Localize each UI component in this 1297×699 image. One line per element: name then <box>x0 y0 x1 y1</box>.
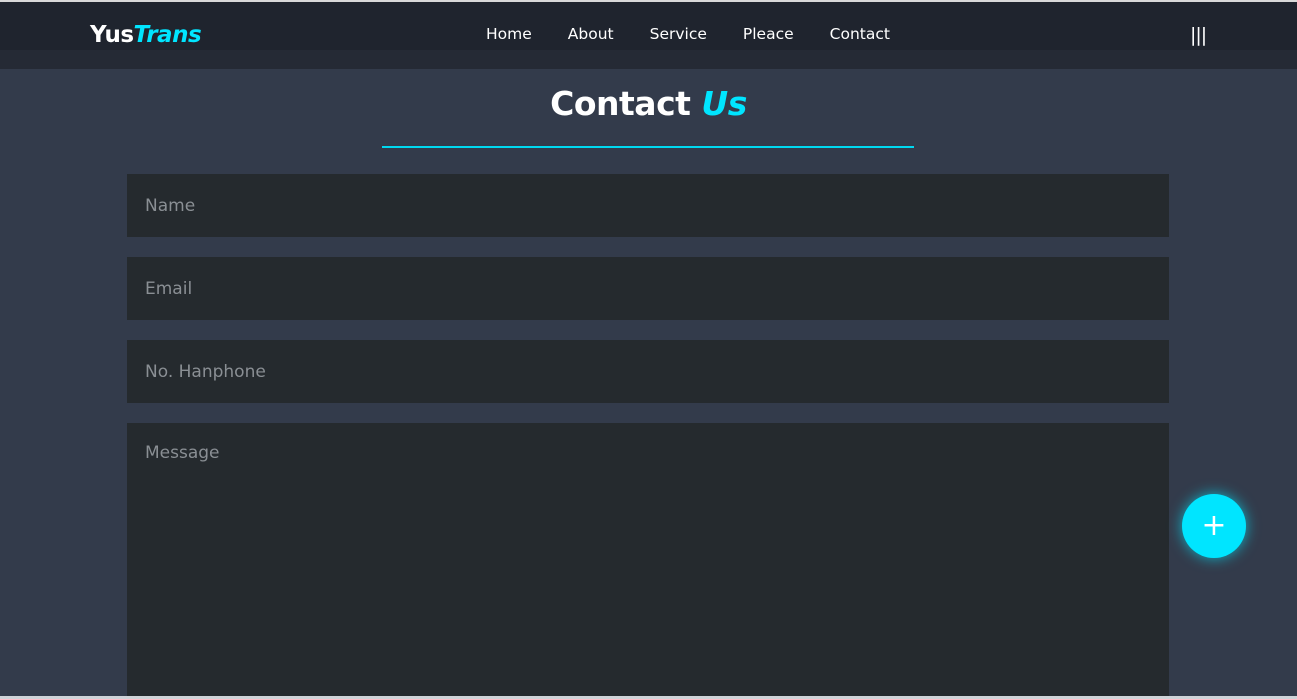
hamburger-menu-icon[interactable]: ||| <box>1190 24 1207 46</box>
brand-logo-main: Yus <box>90 22 134 48</box>
heading-underline <box>382 146 914 148</box>
navbar: YusTrans Home About Service Pleace Conta… <box>0 2 1297 69</box>
brand-logo-accent: Trans <box>133 22 202 48</box>
contact-heading: Contact Us <box>0 84 1297 123</box>
nav-link-service[interactable]: Service <box>650 25 707 43</box>
message-textarea[interactable] <box>127 423 1169 699</box>
nav-link-home[interactable]: Home <box>486 25 532 43</box>
nav-menu: Home About Service Pleace Contact <box>486 25 926 43</box>
nav-link-contact[interactable]: Contact <box>830 25 890 43</box>
email-input[interactable] <box>127 257 1169 320</box>
nav-link-about[interactable]: About <box>568 25 614 43</box>
plus-icon: + <box>1201 508 1227 543</box>
name-input[interactable] <box>127 174 1169 237</box>
floating-add-button[interactable]: + <box>1182 494 1246 558</box>
nav-link-pleace[interactable]: Pleace <box>743 25 794 43</box>
phone-input[interactable] <box>127 340 1169 403</box>
brand-logo[interactable]: YusTrans <box>90 22 202 48</box>
contact-heading-accent: Us <box>701 84 747 123</box>
contact-heading-main: Contact <box>550 84 691 123</box>
